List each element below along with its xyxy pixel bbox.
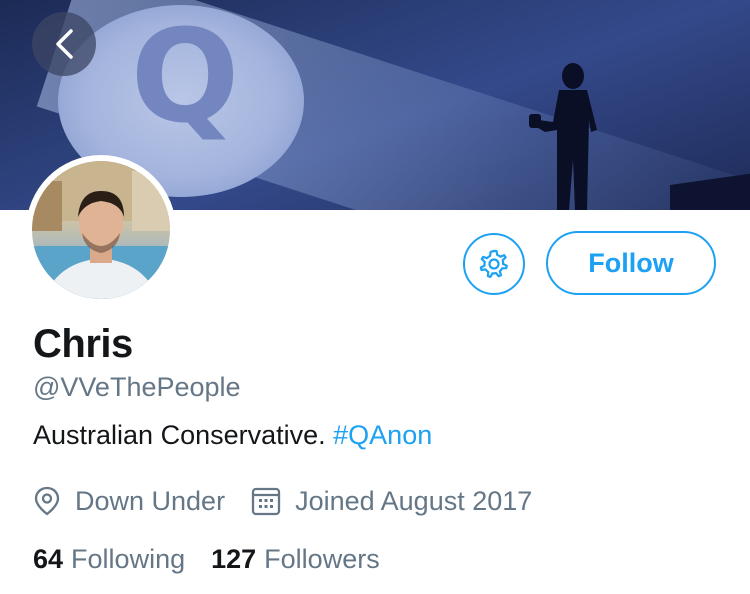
joined-item: Joined August 2017 — [251, 486, 532, 517]
following-stat[interactable]: 64 Following — [33, 544, 185, 575]
user-handle: @VVeThePeople — [33, 372, 241, 402]
follow-stats: 64 Following 127 Followers — [33, 544, 406, 575]
gear-icon — [479, 249, 508, 278]
bio-text: Australian Conservative. — [33, 420, 326, 450]
bio-hashtag-link[interactable]: #QAnon — [333, 420, 432, 450]
followers-count: 127 — [211, 544, 257, 574]
settings-button[interactable] — [463, 233, 525, 295]
following-label: Following — [71, 544, 186, 574]
location-item: Down Under — [33, 486, 225, 517]
back-button[interactable] — [32, 12, 96, 76]
followers-label: Followers — [264, 544, 380, 574]
avatar[interactable] — [32, 161, 170, 299]
profile-bio: Australian Conservative. #QAnon — [33, 420, 432, 451]
chevron-left-icon — [56, 29, 73, 59]
location-pin-icon — [34, 486, 60, 516]
profile-meta: Down Under Joined August 2017 — [33, 483, 532, 519]
location-text: Down Under — [75, 485, 226, 516]
avatar-photo — [32, 161, 170, 299]
followers-stat[interactable]: 127 Followers — [211, 544, 380, 575]
follow-button[interactable]: Follow — [546, 231, 716, 295]
joined-text: Joined August 2017 — [295, 485, 533, 516]
banner-silhouette-figure — [529, 63, 597, 210]
banner-q-logo: Q — [130, 3, 240, 152]
avatar-frame[interactable] — [26, 155, 176, 305]
calendar-icon — [251, 487, 281, 516]
display-name: Chris — [33, 322, 133, 366]
following-count: 64 — [33, 544, 64, 574]
